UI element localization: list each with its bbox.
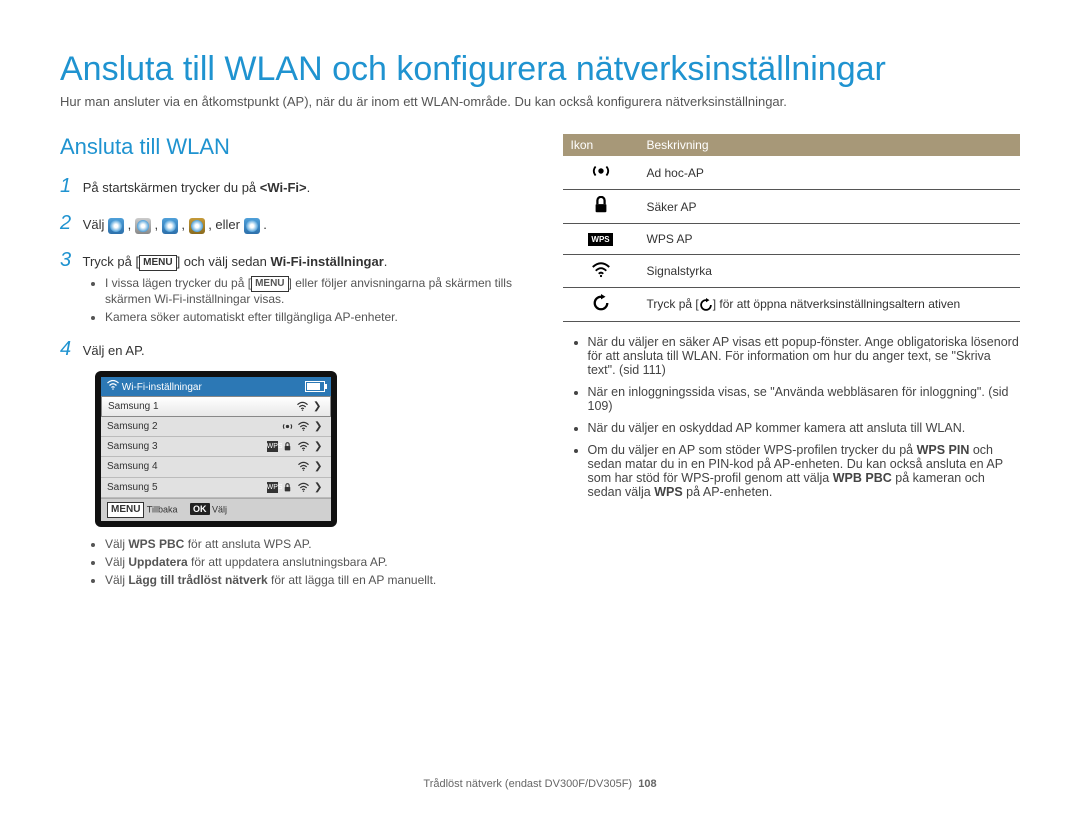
page-footer: Trådlöst nätverk (endast DV300F/DV305F) …	[0, 778, 1080, 790]
icon-table-header-icon: Ikon	[563, 134, 639, 156]
menu-icon: MENU	[251, 276, 288, 292]
lock-icon	[592, 196, 610, 214]
wps-icon: WPS	[267, 482, 278, 493]
refresh-icon	[592, 294, 610, 312]
step-3: 3 Tryck på [MENU] och välj sedan Wi-Fi-i…	[60, 249, 518, 324]
step-4: 4 Välj en AP. Wi-Fi-inställningar Samsun	[60, 338, 518, 587]
step-3-sub-2: Kamera söker automatiskt efter tillgängl…	[105, 310, 518, 324]
chevron-right-icon: ❯	[314, 421, 325, 432]
icon-table-header-desc: Beskrivning	[639, 134, 1021, 156]
service-icon-4	[189, 218, 205, 234]
intro-text: Hur man ansluter via en åtkomstpunkt (AP…	[60, 94, 1020, 109]
step-4-sub-1: Välj WPS PBC för att ansluta WPS AP.	[105, 537, 518, 551]
right-bullet-4: Om du väljer en AP som stöder WPS-profil…	[588, 443, 1021, 499]
signal-icon	[592, 261, 610, 279]
wifi-icon	[107, 380, 119, 390]
chevron-right-icon: ❯	[314, 461, 325, 472]
ok-icon: OK	[190, 503, 210, 515]
battery-icon	[305, 381, 325, 392]
ap-row[interactable]: Samsung 4 ❯	[101, 457, 331, 477]
ap-row[interactable]: Samsung 5 WPS ❯	[101, 478, 331, 498]
service-icon-5	[244, 218, 260, 234]
right-bullet-3: När du väljer en oskyddad AP kommer kame…	[588, 421, 1021, 435]
menu-icon: MENU	[139, 255, 176, 271]
lock-icon	[282, 441, 293, 452]
signal-icon	[297, 401, 308, 412]
wps-icon: WPS	[592, 230, 610, 248]
step-2: 2 Välj , , , , eller .	[60, 212, 518, 235]
wps-icon: WPS	[267, 441, 278, 452]
signal-icon	[298, 461, 309, 472]
icon-table: Ikon Beskrivning Ad hoc-AP Säker AP WPS …	[563, 134, 1021, 322]
menu-icon: MENU	[107, 502, 144, 518]
signal-icon	[298, 482, 309, 493]
service-icon-2	[135, 218, 151, 234]
chevron-right-icon: ❯	[314, 482, 325, 493]
step-4-sub-3: Välj Lägg till trådlöst nätverk för att …	[105, 573, 518, 587]
adhoc-icon	[592, 162, 610, 180]
ap-row[interactable]: Samsung 3 WPS ❯	[101, 437, 331, 457]
step-3-sub-1: I vissa lägen trycker du på [MENU] eller…	[105, 276, 518, 306]
step-4-sub-2: Välj Uppdatera för att uppdatera anslutn…	[105, 555, 518, 569]
step-1: 1 På startskärmen trycker du på <<Wi-Fi>…	[60, 175, 518, 198]
ap-row[interactable]: Samsung 2 ❯	[101, 417, 331, 437]
service-icon-3	[162, 218, 178, 234]
wifi-settings-mock: Wi-Fi-inställningar Samsung 1 ❯	[95, 371, 337, 527]
section-heading: Ansluta till WLAN	[60, 134, 518, 160]
chevron-right-icon: ❯	[313, 401, 324, 412]
service-icon-1	[108, 218, 124, 234]
ap-row[interactable]: Samsung 1 ❯	[101, 396, 331, 417]
signal-icon	[298, 421, 309, 432]
adhoc-icon	[282, 421, 293, 432]
chevron-right-icon: ❯	[314, 441, 325, 452]
page-title: Ansluta till WLAN och konfigurera nätver…	[60, 50, 1020, 89]
lock-icon	[282, 482, 293, 493]
right-bullet-1: När du väljer en säker AP visas ett popu…	[588, 335, 1021, 377]
signal-icon	[298, 441, 309, 452]
right-bullet-2: När en inloggningssida visas, se "Använd…	[588, 385, 1021, 413]
